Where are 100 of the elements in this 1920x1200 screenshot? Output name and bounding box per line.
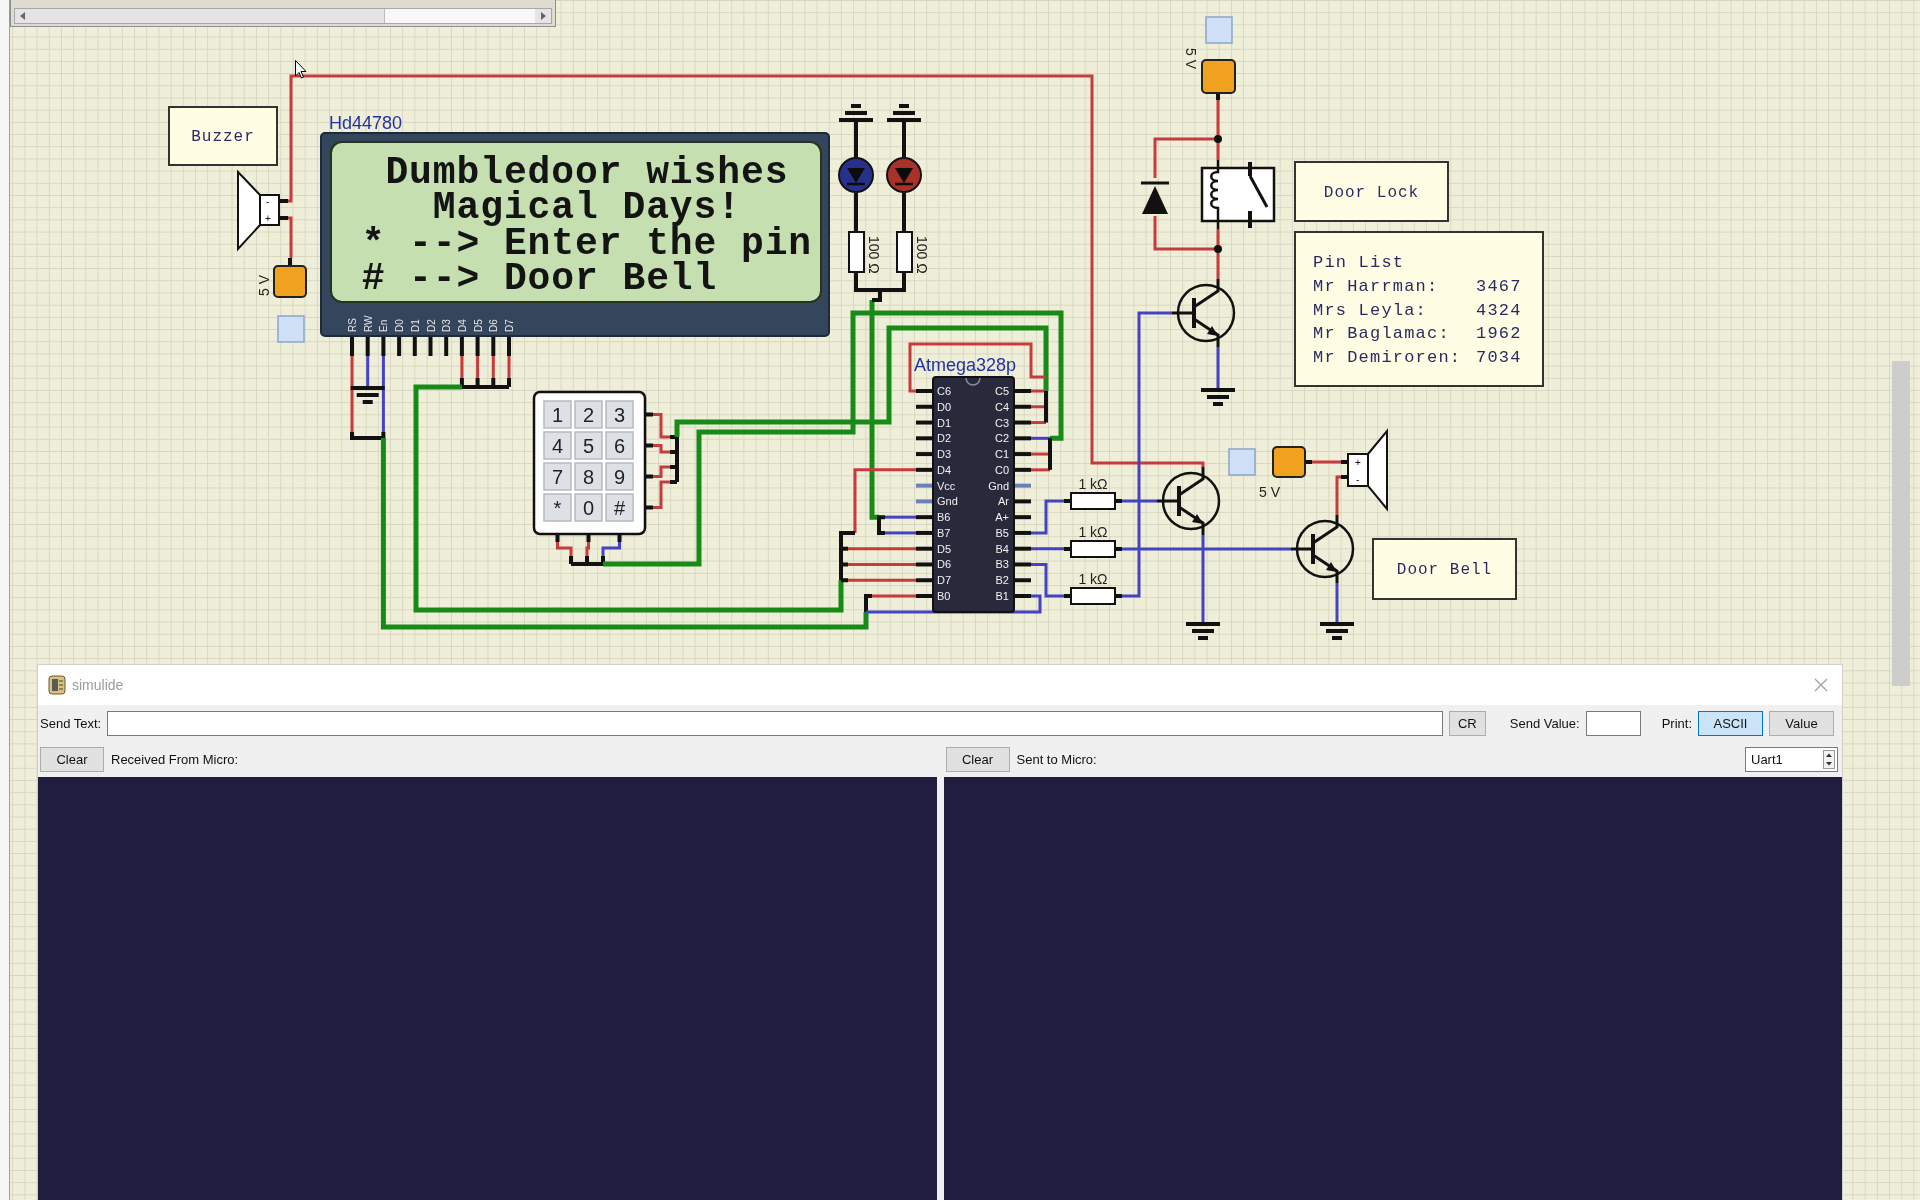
pin-label: C4 — [994, 400, 1009, 413]
keypad-key[interactable]: 1 — [543, 400, 572, 429]
resistor — [848, 231, 865, 273]
port-selector[interactable]: Uart1 — [1745, 746, 1838, 772]
lcd-text-line: # --> Door Bell — [361, 257, 718, 300]
pin-label: D5 — [937, 542, 952, 555]
pin-label: D7 — [937, 574, 952, 587]
pin-label: C6 — [937, 385, 952, 397]
pin-label: RW — [362, 315, 374, 332]
pin-label: B3 — [995, 558, 1009, 571]
transistor — [1291, 515, 1355, 583]
clear-button[interactable]: Clear — [40, 746, 104, 772]
pin-code: 1962 — [1476, 324, 1522, 343]
pane-label: Sent to Micro: — [1016, 751, 1097, 767]
ground-symbol — [350, 386, 385, 404]
polarity-label: - — [1356, 474, 1360, 485]
clear-button[interactable]: Clear — [945, 746, 1010, 772]
junction-dot — [1214, 135, 1222, 143]
pin-code: 7034 — [1476, 347, 1522, 367]
person-name: Mr Demiroren: — [1313, 347, 1462, 367]
text-note: Buzzer — [168, 106, 278, 166]
pin-label: D7 — [504, 319, 515, 332]
pin-label: D0 — [394, 319, 406, 332]
diode — [1141, 181, 1169, 214]
arrow-left-icon[interactable] — [18, 11, 28, 21]
mouse-pointer-icon — [295, 60, 307, 79]
ground-symbol — [887, 104, 921, 122]
keypad-key[interactable]: 9 — [605, 462, 634, 491]
keypad-key[interactable]: * — [543, 493, 572, 522]
resistor-value-label: 1 kΩ — [1078, 524, 1108, 540]
pin-label: B5 — [995, 526, 1009, 539]
pin-label: D0 — [937, 400, 952, 413]
text-input[interactable] — [107, 710, 1443, 736]
close-icon[interactable] — [1814, 678, 1828, 692]
pin-label: C5 — [994, 385, 1009, 397]
power-source — [1201, 59, 1236, 100]
wire — [1335, 475, 1341, 515]
transistor — [1172, 279, 1236, 347]
component-label: Atmega328p — [914, 355, 1017, 375]
pin-code: 4324 — [1476, 300, 1522, 320]
print-mode-button[interactable]: Value — [1769, 710, 1834, 736]
resistor-value-label: 100 Ω — [914, 236, 930, 274]
resistor — [1064, 587, 1122, 605]
keypad-key[interactable]: # — [605, 493, 634, 522]
pin-label: D6 — [937, 558, 952, 571]
scrollbar-thumb[interactable] — [1892, 361, 1910, 686]
ground-symbol — [1320, 622, 1354, 640]
cr-button[interactable]: CR — [1448, 710, 1486, 736]
pin-label: D3 — [937, 448, 952, 461]
keypad-key[interactable]: 8 — [574, 462, 603, 491]
probe — [1228, 448, 1256, 476]
pin-label: B4 — [995, 542, 1009, 555]
pin-label: B2 — [995, 574, 1009, 587]
keypad-key[interactable]: 5 — [574, 431, 603, 460]
probe — [1205, 16, 1233, 44]
pin-label: D4 — [456, 319, 468, 332]
scrollbar-track[interactable] — [14, 8, 552, 24]
power-source — [273, 258, 307, 298]
keypad-key[interactable]: 4 — [543, 431, 572, 460]
pin-label: C0 — [994, 463, 1009, 476]
voltage-label: 5 V — [256, 275, 272, 296]
keypad-key[interactable]: 3 — [605, 400, 634, 429]
field-label: Send Text: — [40, 715, 102, 731]
pin-label: D5 — [472, 319, 484, 332]
scrollbar-thumb[interactable] — [384, 9, 535, 23]
text-note: Door Lock — [1294, 161, 1449, 222]
ground-symbol — [1186, 622, 1220, 640]
text-note: Door Bell — [1372, 538, 1517, 600]
transistor — [1157, 467, 1221, 535]
pin-label: D2 — [425, 319, 437, 332]
keypad-key[interactable]: 6 — [605, 431, 634, 460]
voltage-label: 5 V — [1259, 484, 1280, 500]
junction-dot — [1214, 245, 1222, 253]
print-mode-button[interactable]: ASCII — [1698, 710, 1763, 736]
resistor-value-label: 100 Ω — [866, 236, 882, 274]
resistor — [896, 231, 913, 273]
arrow-right-icon[interactable] — [538, 11, 548, 21]
pin-label: Vcc — [937, 479, 956, 492]
pin-label: C3 — [994, 416, 1009, 429]
pin-label: En — [378, 319, 390, 332]
pin-label: C1 — [994, 448, 1009, 461]
wire — [1335, 583, 1339, 622]
value-input[interactable] — [1585, 710, 1641, 736]
keypad-key[interactable]: 2 — [574, 400, 603, 429]
component-label: Hd44780 — [329, 113, 403, 133]
pin-label: D3 — [441, 319, 453, 332]
person-name: Mrs Leyla: — [1313, 300, 1428, 320]
pin-label: D2 — [937, 432, 952, 445]
pin-label: D1 — [937, 416, 952, 429]
spin-arrows-icon[interactable] — [1823, 749, 1835, 769]
field-label: Send Value: — [1509, 715, 1580, 731]
keypad-key[interactable]: 0 — [574, 493, 603, 522]
polarity-label: + — [1355, 457, 1361, 468]
resistor — [1064, 540, 1122, 558]
keypad-key[interactable]: 7 — [543, 462, 572, 491]
ground-symbol — [1201, 388, 1235, 406]
window-title: simulide — [72, 677, 124, 693]
pin-label: Ar — [998, 495, 1009, 508]
pin-label: C2 — [994, 432, 1009, 445]
pin-label: D6 — [488, 319, 500, 332]
